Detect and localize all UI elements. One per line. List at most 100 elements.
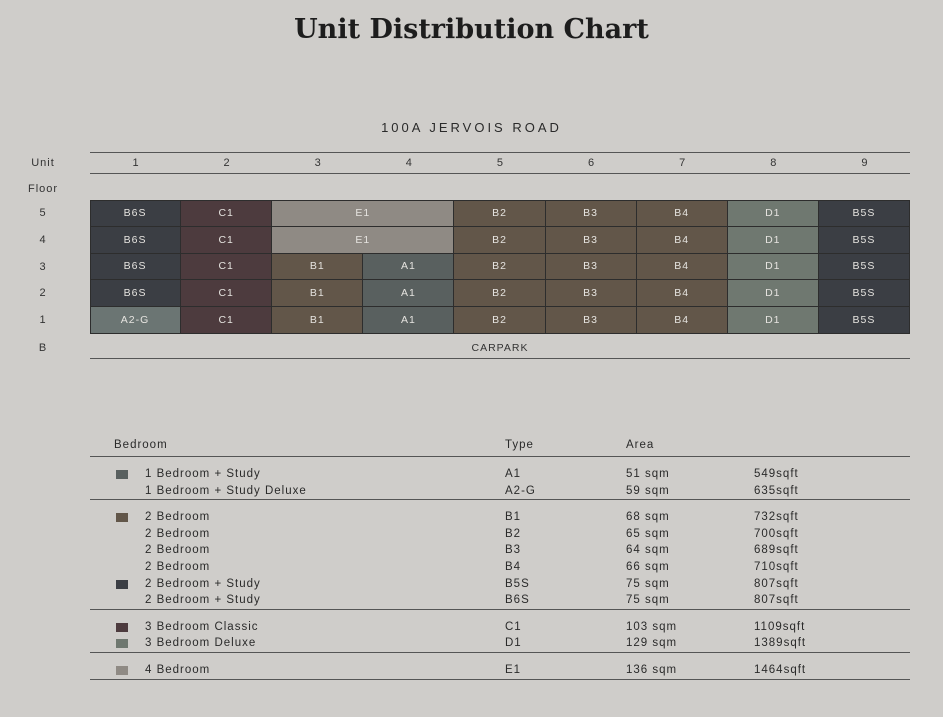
unit-cell: B6S [90,226,182,254]
legend-bedroom: 2 Bedroom [145,511,211,524]
unit-number: 5 [496,157,503,169]
divider-carpark [90,358,910,359]
legend-bedroom: 3 Bedroom Classic [145,620,259,633]
unit-cell: C1 [181,226,273,254]
legend-divider-header [90,456,910,457]
unit-axis-label: Unit [31,157,55,169]
legend-type: A2-G [505,484,536,497]
legend-type: B3 [505,544,522,557]
legend-area-sqm: 65 sqm [626,527,670,540]
legend-row: 2 Bedroom B4 66 sqm 710sqft [0,561,943,577]
legend-area-sqft: 700sqft [754,527,799,540]
unit-cell: A1 [363,253,455,281]
legend-area-sqm: 136 sqm [626,664,678,676]
floor-label: 5 [39,207,47,219]
legend-bedroom: 1 Bedroom + Study [145,468,261,480]
divider-top [90,152,910,153]
unit-cell: C1 [181,307,273,334]
legend-area-sqm: 66 sqm [626,561,670,573]
legend-area-sqm: 75 sqm [626,577,670,590]
legend-bedroom: 3 Bedroom Deluxe [145,637,257,650]
legend-area-sqm: 129 sqm [626,637,678,650]
legend-area-sqft: 549sqft [754,468,799,480]
legend-header-area: Area [626,439,655,451]
legend-header-bedroom: Bedroom [114,439,168,451]
unit-cell: B3 [545,200,637,227]
unit-cell: B3 [545,307,637,334]
legend-area-sqft: 1109sqft [754,620,806,633]
legend-group-divider [90,678,910,680]
legend-type: B5S [505,577,530,590]
unit-cell: D1 [727,200,819,227]
legend-group-divider [90,608,910,610]
legend-swatch [116,639,128,649]
legend-bedroom: 2 Bedroom + Study [145,594,261,607]
unit-cell: B6S [90,200,182,227]
unit-cell: B1 [272,253,364,281]
legend-swatch [116,470,128,479]
unit-cell: C1 [181,280,273,308]
legend-area-sqm: 51 sqm [626,468,670,480]
legend-area-sqft: 1389sqft [754,637,807,650]
legend-bedroom: 1 Bedroom + Study Deluxe [145,484,307,497]
unit-cell: A1 [363,307,455,334]
unit-cell: B6S [90,253,182,281]
legend-swatch [116,513,128,523]
unit-cell: B6S [90,280,182,308]
floor-axis-label: Floor [27,183,59,195]
unit-cell: D1 [727,307,819,334]
unit-cell: B4 [636,253,728,281]
unit-cell: B2 [454,280,546,308]
legend-area-sqft: 807sqft [754,577,799,590]
unit-cell: B2 [454,253,546,281]
legend-type: D1 [505,637,522,650]
unit-cell: D1 [727,280,819,308]
unit-cell: B2 [454,307,546,334]
legend-area-sqm: 68 sqm [626,511,670,524]
unit-cell: B3 [545,253,637,281]
legend-row: 2 Bedroom B3 64 sqm 689sqft [0,544,943,560]
unit-cell: B2 [454,226,546,254]
building-address: 100A JERVOIS ROAD [381,120,562,135]
unit-number: 1 [132,157,139,169]
unit-cell: B4 [636,226,728,254]
unit-number: 4 [405,157,412,169]
unit-number: 8 [770,157,777,169]
unit-cell: B4 [636,307,728,334]
unit-cell: B3 [545,226,637,254]
unit-cell: A2-G [90,307,182,334]
legend-swatch [116,622,128,632]
unit-cell: B5S [818,200,910,227]
legend-type: A1 [505,468,522,480]
unit-number: 6 [587,157,595,169]
unit-cell: B2 [454,200,546,227]
unit-cell: B5S [818,280,910,308]
unit-cell: B5S [818,307,910,334]
legend-row: 4 Bedroom E1 136 sqm 1464sqft [0,664,943,680]
legend-header-type: Type [505,439,534,451]
floor-label: 2 [39,287,47,300]
legend-area-sqft: 807sqft [754,594,799,607]
unit-cell: C1 [181,253,273,281]
legend-bedroom: 4 Bedroom [145,664,211,676]
unit-number: 7 [679,157,686,169]
legend-bedroom: 2 Bedroom + Study [145,577,261,590]
unit-cell: E1 [272,226,455,254]
carpark-label: CARPARK [471,342,529,354]
unit-cell: B1 [272,307,364,334]
unit-cell: B3 [545,280,637,308]
legend-area-sqft: 689sqft [754,544,799,557]
legend-bedroom: 2 Bedroom [145,561,211,573]
legend-type: B2 [505,527,522,540]
unit-cell: C1 [181,200,273,227]
legend-group-divider [90,652,910,653]
unit-cell: B5S [818,253,910,281]
legend-area-sqm: 59 sqm [626,484,670,497]
legend-area-sqm: 103 sqm [626,620,678,633]
legend-bedroom: 2 Bedroom [145,527,211,540]
legend-type: C1 [505,620,522,633]
unit-cell: B1 [272,280,364,308]
page-title: Unit Distribution Chart [294,14,649,45]
legend-area-sqft: 732sqft [754,511,799,524]
legend-row: 2 Bedroom + Study B5S 75 sqm 807sqft [0,578,943,594]
